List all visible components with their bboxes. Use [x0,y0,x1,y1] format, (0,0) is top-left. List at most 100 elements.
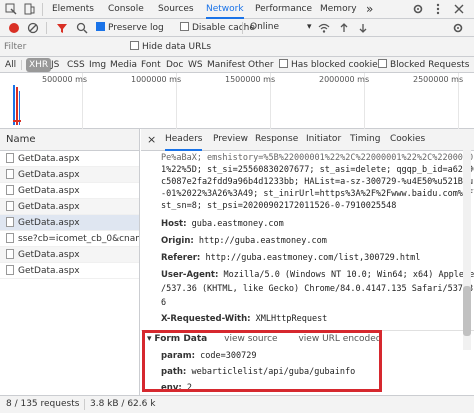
cookie-line: c5087e2fa2fdd9a96b4d1233bb; HAList=a-sz-… [161,177,474,187]
timeline-tick: 1000000 ms [131,75,182,84]
resource-type-bar: All XHR JS CSS Img Media Font Doc WS Man… [0,57,474,73]
header-key: Host: [161,219,187,229]
more-tabs-button[interactable]: » [366,0,373,19]
tab-initiator[interactable]: Initiator [306,129,341,151]
inspect-element-icon[interactable] [5,3,17,15]
type-manifest[interactable]: Manifest [207,58,245,72]
request-name: GetData.aspx [18,170,80,180]
tab-elements[interactable]: Elements [52,0,94,19]
checkbox-unchecked-icon [180,22,189,31]
tab-performance[interactable]: Performance [255,0,312,19]
timeline-overview[interactable]: 500000 ms 1000000 ms 1500000 ms 2000000 … [0,73,474,129]
request-row[interactable]: GetData.aspx [0,151,139,167]
type-xhr[interactable]: XHR [26,58,52,72]
tab-network[interactable]: Network [206,0,244,19]
transferred-size: 3.8 kB / 62.6 k [90,399,156,409]
close-icon[interactable] [453,3,465,15]
type-font[interactable]: Font [141,58,161,72]
request-count: 8 / 135 requests [6,399,80,409]
export-har-icon[interactable] [357,22,369,37]
name-column-header[interactable]: Name [0,129,139,151]
type-doc[interactable]: Doc [166,58,183,72]
status-bar: 8 / 135 requests 3.8 kB / 62.6 k [0,395,474,413]
file-icon [6,169,14,179]
checkbox-unchecked-icon [130,41,139,50]
tab-console[interactable]: Console [108,0,144,19]
has-blocked-cookies-checkbox[interactable]: Has blocked cookies [279,58,382,72]
tab-timing[interactable]: Timing [350,129,380,151]
type-all[interactable]: All [5,58,16,72]
type-css[interactable]: CSS [67,58,85,72]
file-icon [6,217,14,227]
disable-cache-label: Disable cache [192,23,255,33]
record-button[interactable] [8,22,20,37]
cookie-line: -01%2022%3A26%3A49; st_inirUrl=https%3A%… [161,189,474,199]
filter-icon[interactable] [56,22,68,37]
settings-icon[interactable] [412,3,424,15]
request-row[interactable]: GetData.aspx [0,167,139,183]
header-user-agent-cont: 6 [161,298,167,308]
offline-wifi-icon[interactable] [318,22,330,37]
hide-data-urls-label: Hide data URLs [142,42,212,52]
blocked-requests-checkbox[interactable]: Blocked Requests [378,58,469,72]
detail-scrollbar-thumb[interactable] [463,286,471,336]
request-row[interactable]: sse?cb=icomet_cb_0&cname... [0,231,139,247]
request-marker [13,85,15,125]
divider [242,22,243,34]
request-name: GetData.aspx [18,154,80,164]
tab-sources[interactable]: Sources [158,0,194,19]
highlight-annotation-box [142,330,382,392]
type-other[interactable]: Other [248,58,274,72]
timeline-tick: 2000000 ms [319,75,370,84]
file-icon [6,265,14,275]
tab-cookies[interactable]: Cookies [390,129,425,151]
tab-memory[interactable]: Memory [320,0,357,19]
tab-preview[interactable]: Preview [213,129,248,151]
disable-cache-checkbox[interactable]: Disable cache [180,22,255,34]
chevron-down-icon: ▾ [307,22,312,32]
cookie-line: st_sn=8; st_psi=20200902172011526-0-7910… [161,201,397,211]
type-js[interactable]: JS [51,58,59,72]
more-options-icon[interactable] [432,3,444,15]
request-row-selected[interactable]: GetData.aspx [0,215,139,231]
timeline-tick: 1500000 ms [225,75,276,84]
request-row[interactable]: GetData.aspx [0,247,139,263]
file-icon [6,249,14,259]
filter-input[interactable] [4,40,122,54]
tab-response[interactable]: Response [255,129,298,151]
close-detail-button[interactable]: × [147,129,156,151]
tab-headers[interactable]: Headers [165,129,203,151]
clear-icon[interactable] [27,22,39,37]
file-icon [6,185,14,195]
header-key: Referer: [161,253,201,263]
request-marker [13,120,21,122]
import-har-icon[interactable] [338,22,350,37]
network-settings-icon[interactable] [452,22,464,37]
divider [21,60,22,70]
preserve-log-checkbox[interactable]: Preserve log [96,22,164,34]
throttling-select[interactable]: Online ▾ [250,22,312,33]
request-row[interactable]: GetData.aspx [0,183,139,199]
request-name: GetData.aspx [18,186,80,196]
name-header-label: Name [6,134,36,145]
cookie-line: 1%22%5D; st_si=25560830207677; st_asi=de… [161,165,474,175]
search-icon[interactable] [76,22,88,37]
timeline-tick: 2500000 ms [413,75,464,84]
request-row[interactable]: GetData.aspx [0,263,139,279]
type-media[interactable]: Media [110,58,137,72]
file-icon [6,153,14,163]
has-blocked-cookies-label: Has blocked cookies [291,60,383,70]
header-user-agent: User-Agent: Mozilla/5.0 (Windows NT 10.0… [161,270,474,280]
type-ws[interactable]: WS [188,58,203,72]
device-toolbar-icon[interactable] [23,3,35,15]
request-row[interactable]: GetData.aspx [0,199,139,215]
header-value: http://guba.eastmoney.com [198,236,327,246]
request-name: sse?cb=icomet_cb_0&cname... [18,234,139,244]
type-img[interactable]: Img [89,58,106,72]
hide-data-urls-checkbox[interactable]: Hide data URLs [130,41,211,53]
header-key: Origin: [161,236,194,246]
header-value: XMLHttpRequest [255,314,328,324]
file-icon [6,233,14,243]
checkbox-unchecked-icon [378,59,387,68]
file-icon [6,201,14,211]
